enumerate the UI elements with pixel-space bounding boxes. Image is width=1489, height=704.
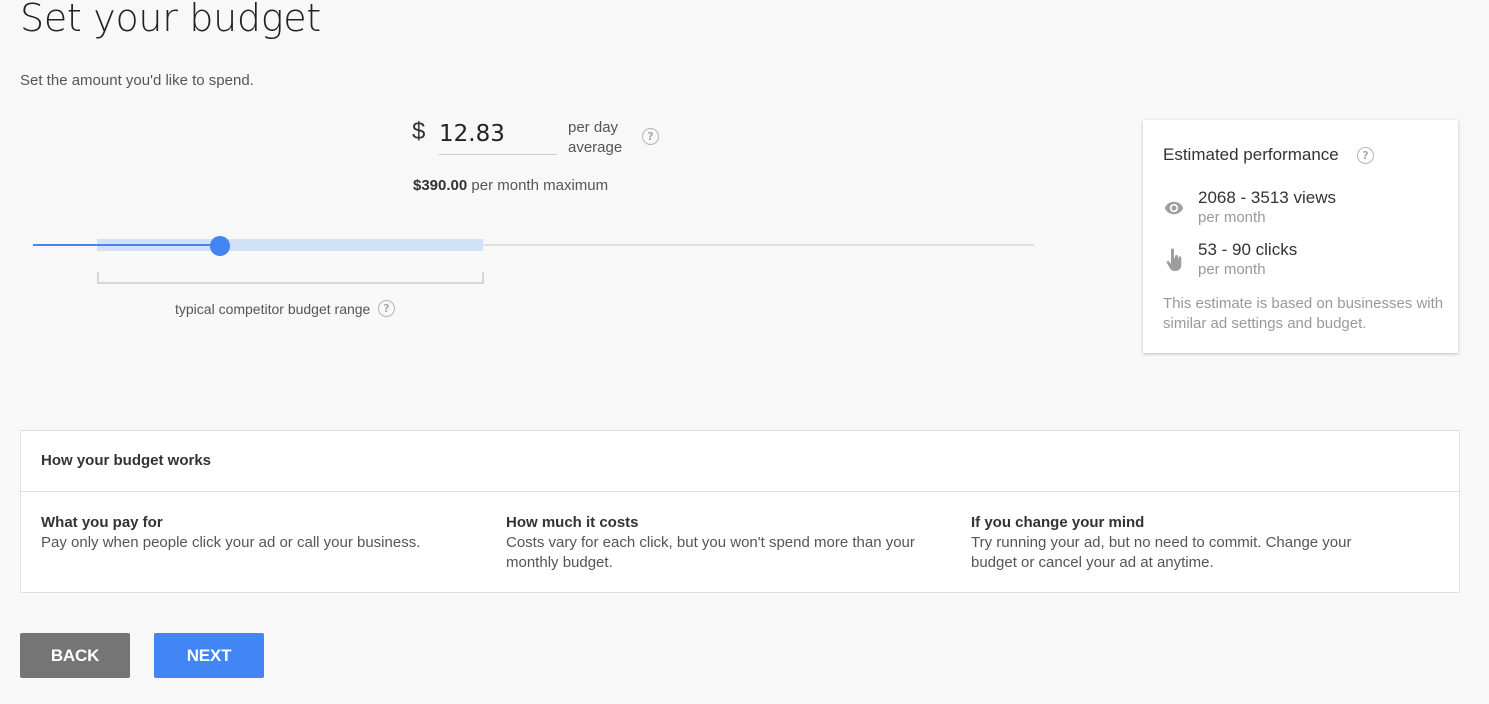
views-unit: per month	[1198, 209, 1266, 226]
per-day-label: per day average	[568, 118, 622, 158]
info-column-cost: How much it costs Costs vary for each cl…	[506, 513, 926, 573]
pointer-hand-icon	[1165, 248, 1183, 277]
clicks-value: 53 - 90 clicks	[1198, 240, 1298, 259]
info-column-body: Try running your ad, but no need to comm…	[971, 534, 1352, 571]
budget-slider-fill	[33, 244, 220, 246]
competitor-range-label: typical competitor budget range	[175, 301, 371, 317]
budget-slider-thumb[interactable]	[210, 236, 230, 256]
info-column-title: What you pay for	[41, 514, 163, 531]
monthly-max-value: $390.00	[413, 177, 468, 194]
info-column-body: Pay only when people click your ad or ca…	[41, 534, 421, 551]
next-button[interactable]: NEXT	[154, 633, 264, 678]
performance-help-icon[interactable]: ?	[1357, 147, 1374, 164]
page-subtitle: Set the amount you'd like to spend.	[20, 72, 254, 89]
monthly-max-label: per month maximum	[467, 177, 609, 194]
currency-symbol: $	[412, 118, 426, 145]
page-title: Set your budget	[20, 0, 321, 40]
performance-note: This estimate is based on businesses wit…	[1163, 295, 1444, 332]
per-day-label-line1: per day	[568, 119, 619, 136]
views-value: 2068 - 3513 views	[1198, 188, 1336, 207]
daily-budget-help-icon[interactable]: ?	[642, 128, 659, 145]
competitor-range-help-icon[interactable]: ?	[378, 300, 395, 317]
how-budget-works-header: How your budget works	[21, 431, 1459, 492]
info-column-title: If you change your mind	[971, 514, 1145, 531]
how-budget-works-title: How your budget works	[41, 452, 212, 469]
back-button[interactable]: BACK	[20, 633, 130, 678]
info-column-pay: What you pay for Pay only when people cl…	[41, 513, 461, 553]
daily-budget-input[interactable]	[439, 114, 557, 155]
competitor-range-bracket	[97, 272, 484, 284]
eye-icon	[1163, 198, 1185, 223]
info-column-title: How much it costs	[506, 514, 639, 531]
clicks-unit: per month	[1198, 261, 1266, 278]
performance-title: Estimated performance	[1163, 145, 1339, 164]
info-column-body: Costs vary for each click, but you won't…	[506, 534, 915, 571]
info-column-change: If you change your mind Try running your…	[971, 513, 1391, 573]
estimated-performance-card: Estimated performance ? 2068 - 3513 view…	[1143, 120, 1458, 353]
per-day-label-line2: average	[568, 139, 623, 156]
monthly-maximum: $390.00 per month maximum	[413, 177, 608, 194]
how-budget-works-panel: How your budget works What you pay for P…	[20, 430, 1460, 593]
